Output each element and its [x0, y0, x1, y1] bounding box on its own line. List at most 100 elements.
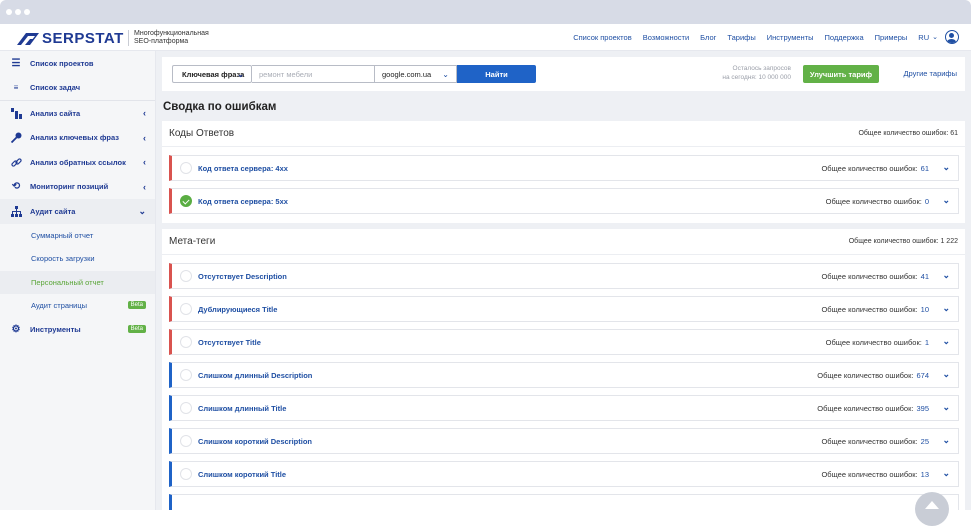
nav-tools[interactable]: Инструменты	[767, 33, 814, 42]
chevron-down-icon[interactable]: ⌄	[942, 303, 950, 314]
section-header: Коды Ответов Общее количество ошибок: 61	[162, 121, 965, 147]
error-name: Отсутствует Title	[198, 338, 261, 347]
beta-badge: Beta	[127, 301, 146, 309]
search-button[interactable]: Найти	[457, 65, 536, 83]
error-count-label: Общее количество ошибок:	[821, 272, 918, 281]
sidebar-item-label: Аудит сайта	[30, 206, 76, 216]
error-row[interactable]: Код ответа сервера: 5xx Общее количество…	[169, 188, 959, 214]
database-select[interactable]: google.com.ua ⌄	[375, 65, 457, 83]
tasks-icon: ≡	[13, 83, 19, 93]
error-row[interactable]: Слишком длинный Title Общее количество о…	[169, 395, 959, 421]
language-selector[interactable]: RU ⌄	[918, 33, 938, 42]
history-icon: ⟲	[11, 181, 21, 193]
key-icon	[10, 132, 22, 144]
language-label: RU	[918, 32, 930, 42]
chevron-down-icon[interactable]: ⌄	[942, 369, 950, 380]
sidebar-item-label: Анализ ключевых фраз	[30, 133, 119, 143]
error-row[interactable]: Слишком короткий Title Общее количество …	[169, 461, 959, 487]
status-circle-icon	[180, 402, 192, 414]
sidebar-subitem-label: Персональный отчет	[31, 277, 104, 287]
error-name: Слишком короткий Description	[198, 437, 313, 446]
other-plans-link[interactable]: Другие тарифы	[903, 69, 957, 78]
top-header: SERPSTAT Многофункциональная SEO-платфор…	[0, 24, 971, 51]
chevron-down-icon: ⌄	[237, 70, 244, 79]
sidebar-subitem-personal-report[interactable]: Персональный отчет	[0, 270, 155, 294]
section-total: Общее количество ошибок: 1 222	[848, 238, 958, 245]
sidebar-subitem-label: Аудит страницы	[31, 301, 88, 311]
nav-examples[interactable]: Примеры	[875, 33, 908, 42]
nav-support[interactable]: Поддержка	[825, 33, 864, 42]
brand-tagline: Многофункциональная SEO-платформа	[134, 30, 209, 46]
error-count: Общее количество ошибок: 61	[821, 164, 929, 173]
error-count-label: Общее количество ошибок:	[817, 404, 914, 413]
nav-blog[interactable]: Блог	[700, 33, 716, 42]
sidebar-subitem-page-audit[interactable]: Аудит страницы Beta	[0, 294, 155, 318]
error-row[interactable]: Отсутствует Title Общее количество ошибо…	[169, 329, 959, 355]
section-header: Мета-теги Общее количество ошибок: 1 222	[162, 229, 965, 255]
error-row[interactable]: Слишком короткий Description Общее колич…	[169, 428, 959, 454]
link-icon	[10, 156, 22, 168]
serpstat-logo[interactable]: SERPSTAT	[17, 30, 124, 47]
chevron-down-icon[interactable]: ⌄	[942, 162, 950, 173]
error-row[interactable]: Слишком длинный Description Общее количе…	[169, 362, 959, 388]
top-navigation: Список проектов Возможности Блог Тарифы …	[562, 30, 959, 44]
scroll-to-top-button[interactable]	[915, 492, 949, 526]
error-row-partial[interactable]	[169, 494, 959, 510]
section-response-codes: Коды Ответов Общее количество ошибок: 61…	[162, 121, 965, 223]
sidebar-item-label: Мониторинг позиций	[30, 182, 109, 192]
error-count-value: 25	[920, 437, 929, 446]
nav-features[interactable]: Возможности	[643, 33, 689, 42]
error-row[interactable]: Код ответа сервера: 4xx Общее количество…	[169, 155, 959, 181]
window-minimize-dot[interactable]	[15, 9, 21, 15]
error-count-value: 10	[920, 305, 929, 314]
error-count: Общее количество ошибок: 10	[821, 305, 929, 314]
section-title: Коды Ответов	[169, 128, 235, 139]
error-name: Слишком длинный Title	[198, 404, 287, 413]
sidebar-item-keyword-analysis[interactable]: Анализ ключевых фраз ‹	[0, 126, 155, 151]
chevron-down-icon[interactable]: ⌄	[942, 435, 950, 446]
search-bar: Ключевая фраза ⌄ ремонт мебели google.co…	[162, 57, 965, 91]
search-mode-select[interactable]: Ключевая фраза ⌄	[172, 65, 252, 83]
sidebar-subitem-load-speed[interactable]: Скорость загрузки	[0, 247, 155, 271]
sidebar-item-tools[interactable]: ⚙ Инструменты Beta	[0, 318, 155, 343]
sidebar-item-label: Список задач	[30, 83, 81, 93]
error-row[interactable]: Дублирующиеся Title Общее количество оши…	[169, 296, 959, 322]
sidebar-item-backlinks[interactable]: Анализ обратных ссылок ‹	[0, 150, 155, 175]
chevron-down-icon[interactable]: ⌄	[942, 336, 950, 347]
chevron-down-icon[interactable]: ⌄	[942, 402, 950, 413]
window-close-dot[interactable]	[6, 9, 12, 15]
chevron-down-icon[interactable]: ⌄	[942, 195, 950, 206]
chevron-left-icon: ‹	[143, 157, 146, 167]
nav-projects[interactable]: Список проектов	[573, 33, 631, 42]
chevron-down-icon[interactable]: ⌄	[942, 270, 950, 281]
chevron-down-icon: ⌄	[932, 34, 938, 41]
error-count-value: 41	[920, 272, 929, 281]
error-count: Общее количество ошибок: 395	[817, 404, 929, 413]
sidebar-subitem-summary-report[interactable]: Суммарный отчет	[0, 224, 155, 248]
error-count-value: 13	[920, 470, 929, 479]
chevron-down-icon[interactable]: ⌄	[942, 468, 950, 479]
error-count: Общее количество ошибок: 674	[817, 371, 929, 380]
browser-chrome	[0, 0, 971, 24]
gear-icon: ⚙	[11, 324, 21, 336]
section-meta-tags: Мета-теги Общее количество ошибок: 1 222…	[162, 229, 965, 510]
error-row[interactable]: Отсутствует Description Общее количество…	[169, 263, 959, 289]
sidebar-item-tasks[interactable]: ≡ Список задач	[0, 76, 155, 101]
error-name: Отсутствует Description	[198, 272, 287, 281]
status-circle-icon	[180, 336, 192, 348]
sidebar-item-projects[interactable]: ☰ Список проектов	[0, 51, 155, 76]
user-avatar-icon[interactable]	[945, 30, 959, 44]
chevron-left-icon: ‹	[143, 181, 146, 192]
sidebar-item-site-audit[interactable]: Аудит сайта ⌄	[0, 199, 155, 224]
search-input[interactable]: ремонт мебели	[252, 65, 375, 83]
nav-pricing[interactable]: Тарифы	[727, 33, 755, 42]
upgrade-plan-button[interactable]: Улучшить тариф	[803, 65, 879, 83]
sidebar-item-rank-tracking[interactable]: ⟲ Мониторинг позиций ‹	[0, 175, 155, 200]
sidebar-item-site-analysis[interactable]: Анализ сайта ‹	[0, 101, 155, 126]
database-value: google.com.ua	[382, 69, 432, 79]
window-maximize-dot[interactable]	[24, 9, 30, 15]
status-circle-icon	[180, 435, 192, 447]
status-circle-icon	[180, 369, 192, 381]
sidebar-item-label: Список проектов	[30, 58, 94, 68]
brand-tagline-line1: Многофункциональная	[134, 30, 209, 37]
